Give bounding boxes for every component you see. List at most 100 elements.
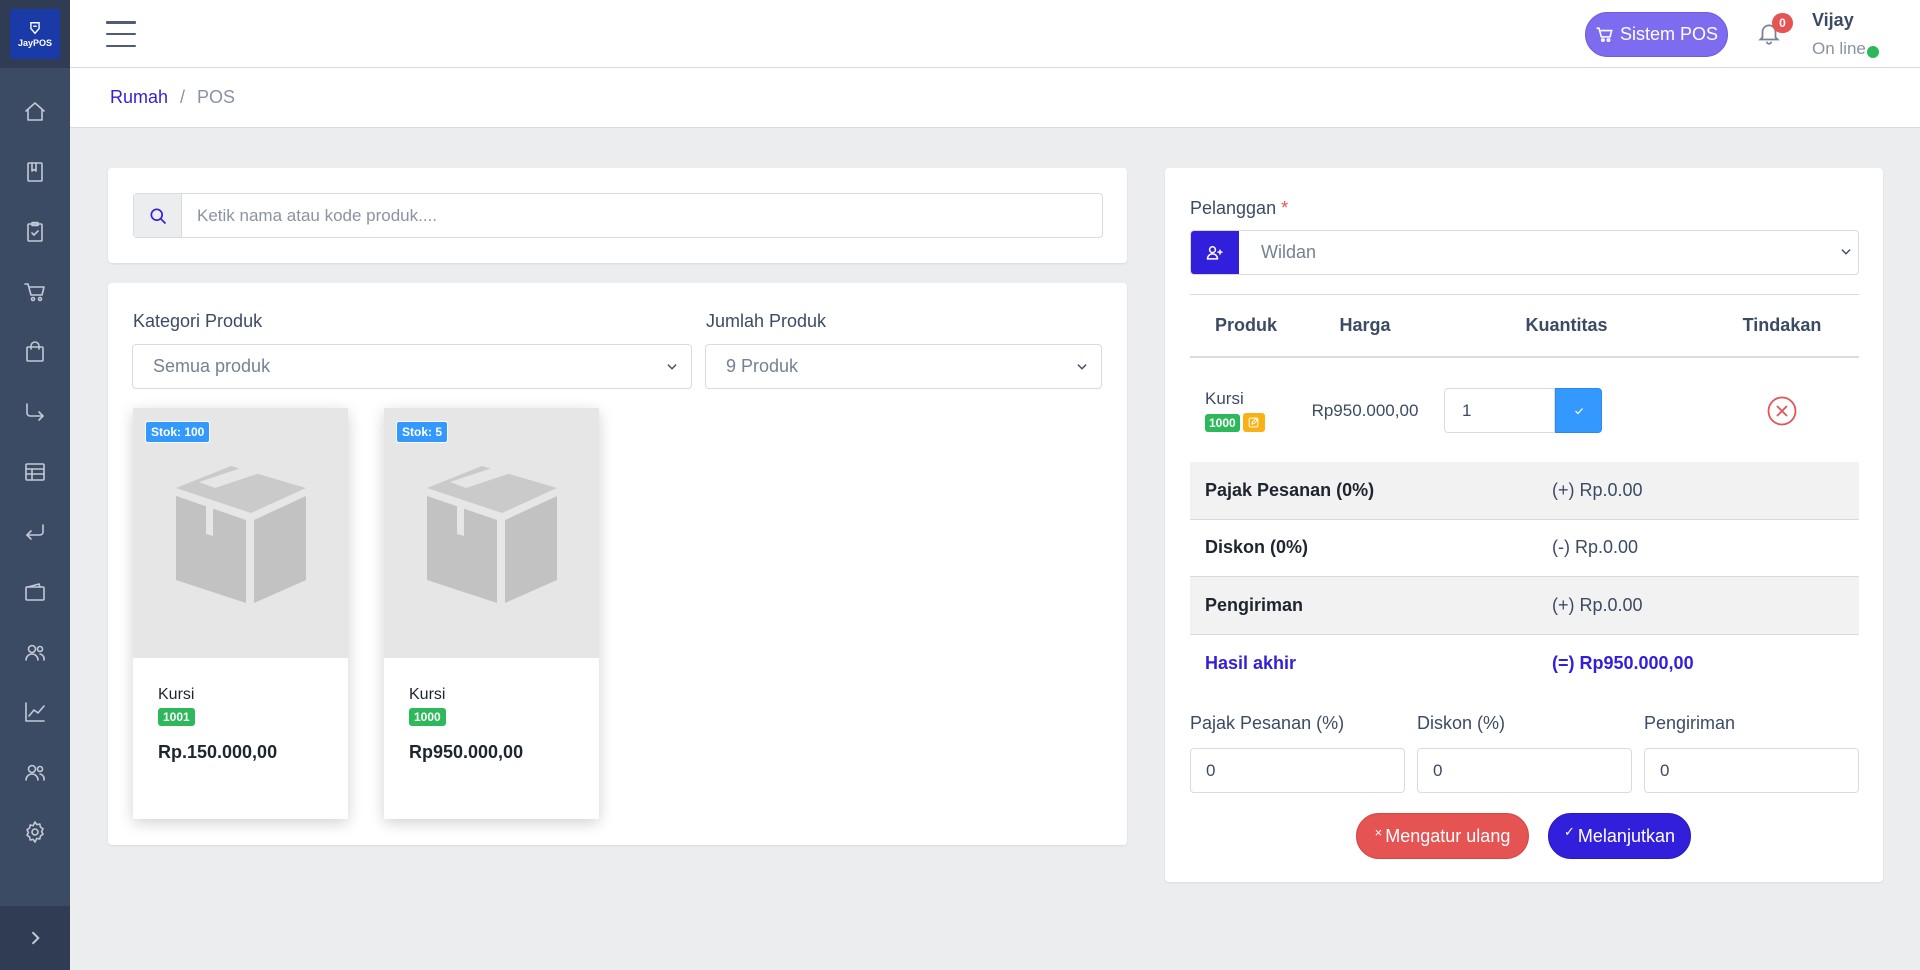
proceed-button[interactable]: ✓ Melanjutkan [1548, 813, 1691, 859]
chart-icon [25, 702, 45, 722]
book-icon [27, 162, 43, 182]
product-price: Rp.150.000,00 [158, 742, 278, 762]
user-plus-icon [1206, 245, 1223, 260]
cart-item-quantity [1428, 356, 1705, 465]
pos-system-button[interactable]: Sistem POS [1585, 12, 1728, 57]
sidebar-item-sales[interactable] [0, 262, 70, 322]
sidebar-item-transfers[interactable] [0, 382, 70, 442]
product-name: Kursi [158, 686, 195, 703]
pos-system-label: Sistem POS [1619, 24, 1719, 44]
product-code-badge: 1000 [409, 708, 446, 726]
sidebar-item-purchases[interactable] [0, 322, 70, 382]
confirm-quantity-button[interactable] [1555, 388, 1602, 434]
proceed-button-label: Melanjutkan [1577, 825, 1675, 846]
product-card[interactable]: Stok: 100 Kursi 1001 Rp.150.000,00 [133, 408, 348, 819]
home-icon [25, 102, 45, 121]
cart-icon [24, 283, 45, 302]
sidebar-item-orders[interactable] [0, 202, 70, 262]
shield-logo-icon [30, 21, 40, 34]
brand-logo[interactable]: JayPOS [10, 9, 60, 59]
stock-badge: Stok: 100 [145, 421, 211, 443]
product-price: Rp950.000,00 [409, 742, 524, 762]
notifications-button[interactable]: 0 [1756, 13, 1793, 50]
product-count-select-value: 9 Produk [726, 356, 799, 376]
product-card[interactable]: Stok: 5 Kursi 1000 Rp950.000,00 [384, 408, 599, 819]
summary-row-total: Hasil akhir (=) Rp950.000,00 [1190, 635, 1859, 693]
cart-item-code-badge: 1000 [1205, 413, 1240, 432]
order-summary: Pajak Pesanan (0%) (+) Rp.0.00 Diskon (0… [1190, 462, 1859, 692]
sidebar-item-products[interactable] [0, 142, 70, 202]
customer-select[interactable]: Wildan [1190, 230, 1859, 275]
category-select-value: Semua produk [153, 356, 271, 376]
customer-select-value: Wildan [1239, 231, 1858, 274]
close-icon: × [1374, 824, 1383, 840]
column-header-actions: Tindakan [1705, 294, 1859, 358]
header: Sistem POS 0 Vijay On line [70, 0, 1920, 68]
cart-icon [1596, 27, 1613, 43]
quantity-stepper [1444, 388, 1602, 434]
users-icon [25, 644, 45, 661]
user-menu[interactable]: Vijay On line [1812, 10, 1879, 59]
summary-value: (+) Rp.0.00 [1552, 479, 1643, 500]
brand-name: JayPOS [17, 37, 53, 48]
discount-percent-input[interactable] [1417, 748, 1632, 793]
sidebar-item-reports-table[interactable] [0, 442, 70, 502]
user-status-text: On line [1812, 39, 1866, 58]
product-info: Kursi 1001 Rp.150.000,00 [133, 658, 348, 791]
box-icon [175, 464, 306, 603]
clipboard-icon [27, 221, 43, 242]
cart-item-actions [1705, 356, 1859, 465]
check-icon: ✓ [1564, 824, 1575, 839]
sidebar-item-people[interactable] [0, 622, 70, 682]
summary-value: (=) Rp950.000,00 [1552, 652, 1694, 673]
category-label: Kategori Produk [133, 311, 263, 331]
remove-item-button[interactable] [1766, 395, 1798, 427]
group-icon [25, 764, 45, 781]
sidebar-item-reports[interactable] [0, 682, 70, 742]
customer-label: Pelanggan * [1190, 198, 1288, 219]
summary-row-shipping: Pengiriman (+) Rp.0.00 [1190, 577, 1859, 635]
sidebar-item-home[interactable] [0, 82, 70, 142]
product-image: Stok: 100 [133, 408, 348, 658]
reset-button-label: Mengatur ulang [1385, 825, 1511, 846]
sidebar-nav [0, 68, 70, 862]
sidebar-item-expenses[interactable] [0, 562, 70, 622]
summary-value: (-) Rp.0.00 [1552, 537, 1639, 558]
tax-percent-label: Pajak Pesanan (%) [1190, 713, 1345, 733]
reset-button[interactable]: × Mengatur ulang [1356, 813, 1529, 859]
edit-icon [1248, 417, 1259, 428]
chevron-down-icon [1077, 364, 1087, 370]
breadcrumb: Rumah / POS [70, 68, 1920, 128]
edit-item-button[interactable] [1242, 413, 1265, 433]
sidebar-item-users[interactable] [0, 742, 70, 802]
product-count-label: Jumlah Produk [706, 311, 827, 331]
cart-item-name: Kursi [1205, 389, 1244, 409]
cart-item-product: Kursi 1000 [1190, 356, 1302, 465]
product-search-card [108, 168, 1127, 263]
product-search-input[interactable] [182, 194, 1102, 237]
sidebar-item-returns[interactable] [0, 502, 70, 562]
sidebar-collapse-toggle[interactable] [0, 906, 70, 970]
column-header-product: Produk [1190, 294, 1302, 358]
user-name: Vijay [1812, 10, 1854, 30]
search-icon [150, 208, 166, 224]
menu-toggle-icon[interactable] [106, 21, 136, 47]
category-select[interactable]: Semua produk [132, 344, 692, 389]
required-marker: * [1281, 198, 1289, 218]
sidebar-item-settings[interactable] [0, 802, 70, 862]
chevron-right-icon [31, 931, 40, 945]
tax-percent-input[interactable] [1190, 748, 1405, 793]
customer-name: Wildan [1261, 242, 1317, 262]
cart-table: Produk Harga Kuantitas Tindakan Kursi 10… [1190, 294, 1859, 465]
shipping-input[interactable] [1644, 748, 1859, 793]
add-customer-button[interactable] [1191, 231, 1239, 274]
quantity-input[interactable] [1444, 388, 1555, 434]
summary-value: (+) Rp.0.00 [1552, 594, 1643, 615]
product-count-select[interactable]: 9 Produk [705, 344, 1102, 389]
breadcrumb-home-link[interactable]: Rumah [110, 87, 168, 108]
summary-label: Diskon (0%) [1205, 537, 1309, 558]
arrow-turn-icon [26, 403, 44, 421]
product-code-badge: 1001 [158, 708, 195, 726]
return-icon [26, 524, 44, 540]
cart-item-badges: 1000 [1205, 412, 1302, 433]
